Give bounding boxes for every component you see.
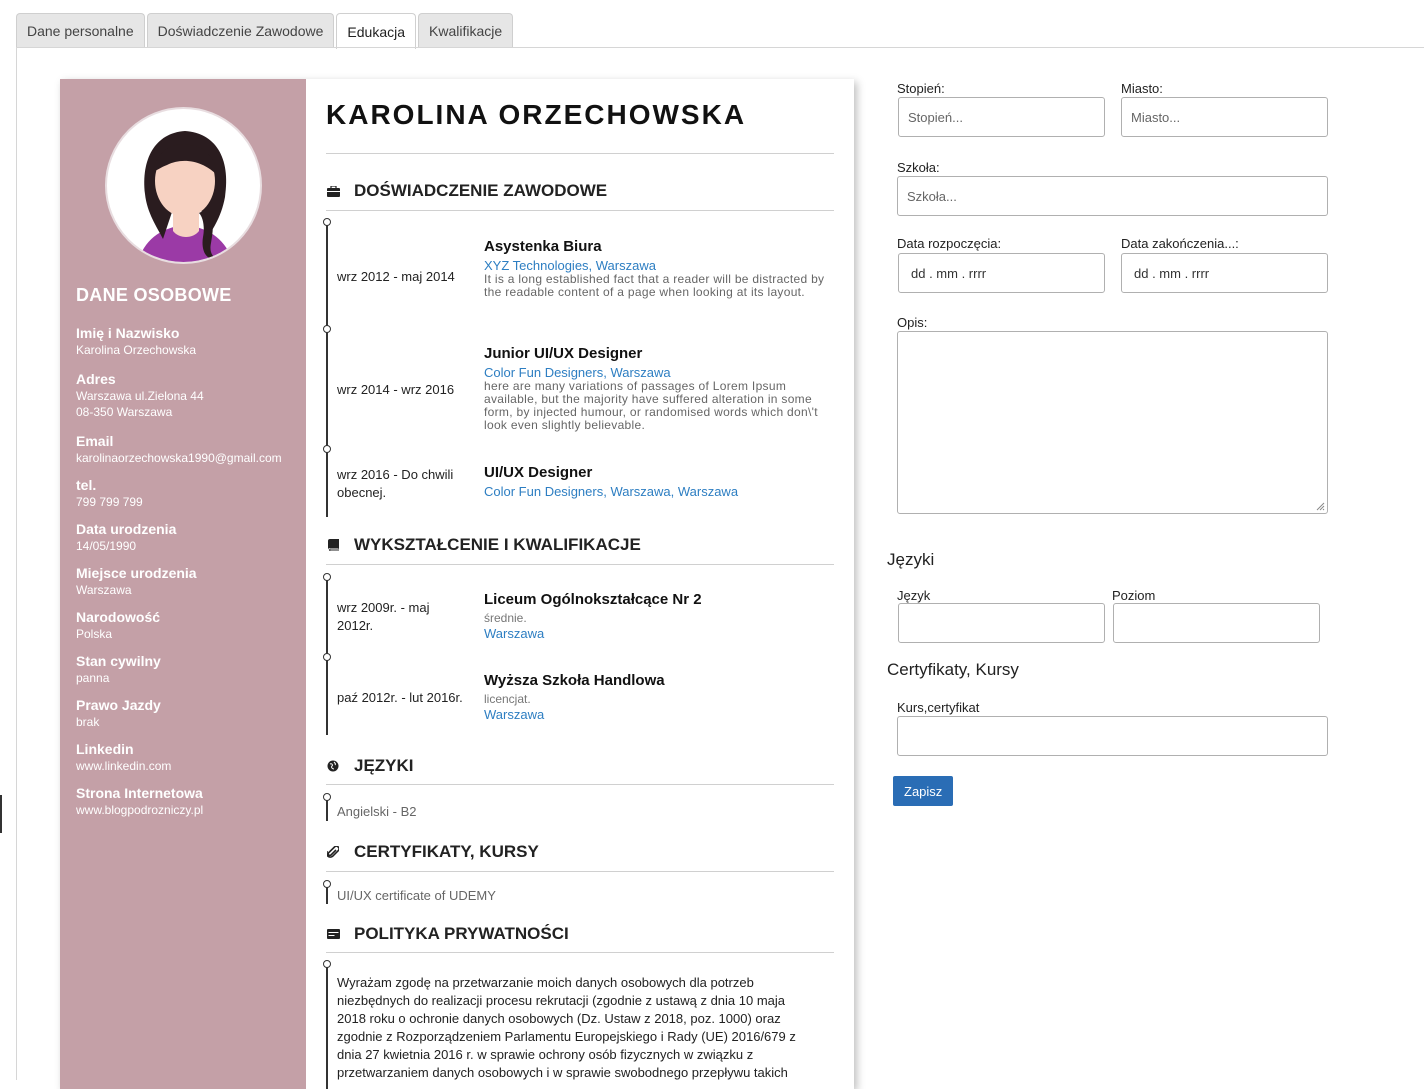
- globe-icon: [326, 759, 340, 773]
- timeline-dot: [323, 445, 331, 453]
- experience-item: Asystenka Biura XYZ Technologies, Warsza…: [484, 238, 829, 299]
- education-date: paź 2012r. - lut 2016r.: [337, 689, 477, 707]
- timeline-dot: [323, 653, 331, 661]
- education-divider: [326, 564, 834, 565]
- name-divider: [326, 153, 834, 154]
- tab-bar: Dane personalne Doświadczenie Zawodowe E…: [16, 13, 515, 48]
- field-nationality: Narodowość Polska: [76, 609, 301, 642]
- section-certificates-heading: CERTYFIKATY, KURSY: [326, 842, 539, 862]
- experience-date: wrz 2012 - maj 2014: [337, 268, 477, 286]
- field-marital-status: Stan cywilny panna: [76, 653, 301, 686]
- timeline-dot: [323, 218, 331, 226]
- language-label: Język: [897, 588, 930, 603]
- education-item: Liceum Ogólnokształcące Nr 2 średnie. Wa…: [484, 591, 829, 641]
- briefcase-icon: [326, 184, 340, 198]
- experience-date: wrz 2016 - Do chwili obecnej.: [337, 466, 472, 502]
- city-label: Miasto:: [1121, 81, 1163, 96]
- scroll-edge-marker: [0, 795, 2, 833]
- description-label: Opis:: [897, 315, 927, 330]
- timeline-dot: [323, 573, 331, 581]
- experience-date: wrz 2014 - wrz 2016: [337, 381, 477, 399]
- resize-grip-icon[interactable]: [1315, 501, 1325, 511]
- field-email: Email karolinaorzechowska1990@gmail.com: [76, 433, 301, 466]
- avatar-illustration-icon: [107, 109, 262, 264]
- save-button[interactable]: Zapisz: [893, 776, 953, 806]
- field-address: Adres Warszawa ul.Zielona 44 08-350 Wars…: [76, 371, 301, 420]
- experience-item: UI/UX Designer Color Fun Designers, Wars…: [484, 464, 829, 499]
- school-input[interactable]: Szkoła...: [897, 176, 1328, 216]
- school-label: Szkoła:: [897, 160, 940, 175]
- language-input[interactable]: [898, 603, 1105, 643]
- tab-education[interactable]: Edukacja: [336, 13, 416, 49]
- description-textarea[interactable]: [897, 331, 1328, 514]
- timeline-dot: [323, 793, 331, 801]
- tab-experience[interactable]: Doświadczenie Zawodowe: [147, 13, 335, 48]
- languages-divider: [326, 784, 834, 785]
- experience-divider: [326, 210, 834, 211]
- field-linkedin: Linkedin www.linkedin.com: [76, 741, 301, 774]
- certificates-divider: [326, 871, 834, 872]
- privacy-timeline: [326, 964, 328, 1089]
- field-phone: tel. 799 799 799: [76, 477, 301, 510]
- level-input[interactable]: [1113, 603, 1320, 643]
- experience-item: Junior UI/UX Designer Color Fun Designer…: [484, 345, 829, 432]
- privacy-divider: [326, 952, 834, 953]
- tab-pane-border: [16, 47, 17, 1080]
- field-driving-license: Prawo Jazdy brak: [76, 697, 301, 730]
- start-date-label: Data rozpoczęcia:: [897, 236, 1001, 251]
- degree-input[interactable]: Stopień...: [898, 97, 1105, 137]
- avatar: [105, 107, 262, 264]
- certificate-item: UI/UX certificate of UDEMY: [337, 888, 496, 903]
- city-input[interactable]: Miasto...: [1121, 97, 1328, 137]
- end-date-input[interactable]: dd . mm . rrrr: [1121, 253, 1328, 293]
- field-birth-place: Miejsce urodzenia Warszawa: [76, 565, 301, 598]
- section-education-heading: WYKSZTAŁCENIE I KWALIFIKACJE: [326, 535, 641, 555]
- tab-divider: [16, 47, 1424, 48]
- languages-section-title: Języki: [887, 550, 934, 570]
- privacy-text: Wyrażam zgodę na przetwarzanie moich dan…: [337, 974, 817, 1082]
- education-item: Wyższa Szkoła Handlowa licencjat. Warsza…: [484, 672, 829, 722]
- certificates-section-title: Certyfikaty, Kursy: [887, 660, 1019, 680]
- tab-qualifications[interactable]: Kwalifikacje: [418, 13, 513, 48]
- tab-personal-data[interactable]: Dane personalne: [16, 13, 145, 48]
- cv-preview: DANE OSOBOWE Imię i Nazwisko Karolina Or…: [60, 79, 854, 1089]
- course-input[interactable]: [897, 716, 1328, 756]
- experience-timeline: [326, 221, 328, 517]
- timeline-dot: [323, 960, 331, 968]
- sidebar-title: DANE OSOBOWE: [76, 285, 232, 306]
- level-label: Poziom: [1112, 588, 1155, 603]
- section-privacy-heading: POLITYKA PRYWATNOŚCI: [326, 924, 569, 944]
- cv-sidebar: DANE OSOBOWE Imię i Nazwisko Karolina Or…: [60, 79, 306, 1089]
- timeline-dot: [323, 325, 331, 333]
- field-website: Strona Internetowa www.blogpodrozniczy.p…: [76, 785, 301, 818]
- cv-name: KAROLINA ORZECHOWSKA: [326, 99, 746, 131]
- start-date-input[interactable]: dd . mm . rrrr: [898, 253, 1105, 293]
- course-label: Kurs,certyfikat: [897, 700, 979, 715]
- timeline-dot: [323, 880, 331, 888]
- field-full-name: Imię i Nazwisko Karolina Orzechowska: [76, 325, 301, 358]
- field-birth-date: Data urodzenia 14/05/1990: [76, 521, 301, 554]
- degree-label: Stopień:: [897, 81, 945, 96]
- book-icon: [326, 538, 340, 552]
- end-date-label: Data zakończenia...:: [1121, 236, 1239, 251]
- education-date: wrz 2009r. - maj 2012r.: [337, 599, 457, 635]
- paperclip-icon: [326, 845, 340, 859]
- section-languages-heading: JĘZYKI: [326, 756, 414, 776]
- card-icon: [326, 927, 340, 941]
- language-item: Angielski - B2: [337, 804, 416, 819]
- section-experience-heading: DOŚWIADCZENIE ZAWODOWE: [326, 181, 607, 201]
